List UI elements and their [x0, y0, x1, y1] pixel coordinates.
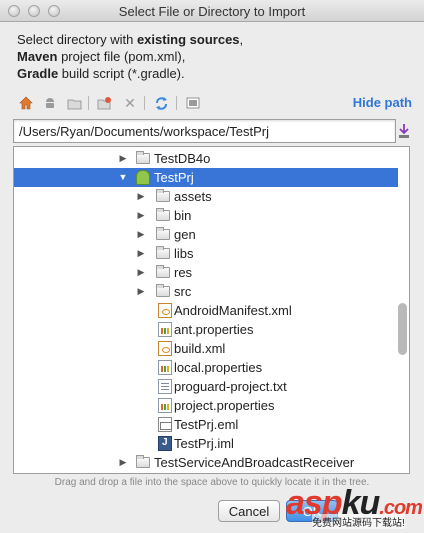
tree-item-label: TestPrj.eml	[174, 417, 239, 432]
instructions-line1-end: ,	[239, 32, 244, 47]
tree-item[interactable]: project.properties	[14, 396, 398, 415]
tree-item[interactable]: ▶ assets	[14, 187, 398, 206]
properties-file-icon	[158, 322, 172, 337]
delete-icon[interactable]: ✕	[122, 95, 138, 111]
tree-item-label: TestPrj	[154, 170, 194, 185]
tree-item[interactable]: AndroidManifest.xml	[14, 301, 398, 320]
instructions: Select directory with existing sources, …	[17, 31, 412, 82]
folder-icon	[156, 246, 170, 259]
folder-icon	[156, 208, 170, 221]
instructions-line2-bold: Maven	[17, 49, 58, 64]
tree-item-label: gen	[174, 227, 196, 242]
tree-item-label: libs	[174, 246, 194, 261]
collapsed-arrow-icon[interactable]: ▶	[118, 153, 128, 163]
home-icon[interactable]	[18, 95, 34, 111]
collapsed-arrow-icon[interactable]: ▶	[136, 191, 146, 201]
tree-item-label: proguard-project.txt	[174, 379, 287, 394]
window-title: Select File or Directory to Import	[118, 4, 306, 19]
tree-scrollbar[interactable]	[398, 303, 407, 355]
collapsed-arrow-icon[interactable]: ▶	[136, 267, 146, 277]
properties-file-icon	[158, 360, 172, 375]
tree-item-label: build.xml	[174, 341, 226, 356]
collapsed-arrow-icon[interactable]: ▶	[136, 248, 146, 258]
instructions-line1-bold: existing sources	[136, 32, 240, 47]
folder-icon	[136, 455, 150, 468]
tree-item[interactable]: build.xml	[14, 339, 398, 358]
tree-item[interactable]: proguard-project.txt	[14, 377, 398, 396]
xml-file-icon	[158, 341, 172, 356]
toolbar-divider	[144, 96, 145, 110]
tree-item[interactable]: ▶ bin	[14, 206, 398, 225]
download-path-icon[interactable]	[397, 122, 411, 140]
tree-item-selected[interactable]: ▼ TestPrj	[14, 168, 398, 187]
tree-item[interactable]: local.properties	[14, 358, 398, 377]
android-module-icon	[136, 170, 150, 185]
tree-item[interactable]: ▶ TestServiceAndBroadcastReceiver	[14, 453, 398, 472]
toolbar: ✕ Hide path	[0, 90, 424, 116]
collapsed-arrow-icon[interactable]: ▶	[136, 286, 146, 296]
collapsed-arrow-icon[interactable]: ▶	[136, 229, 146, 239]
instructions-line3: build script (*.gradle).	[58, 66, 185, 81]
toolbar-divider	[176, 96, 177, 110]
path-input[interactable]	[13, 119, 396, 143]
xml-file-icon	[158, 303, 172, 318]
tree-item-label: ant.properties	[174, 322, 254, 337]
tree-item[interactable]: ▶ libs	[14, 244, 398, 263]
file-tree[interactable]: ▶ TestDB4o ▼ TestPrj ▶ assets ▶ bin ▶ ge…	[13, 146, 410, 474]
tree-item-label: local.properties	[174, 360, 263, 375]
tree-item[interactable]: TestPrj.eml	[14, 415, 398, 434]
folder-icon	[156, 265, 170, 278]
title-bar: Select File or Directory to Import	[0, 0, 424, 22]
tree-item-label: res	[174, 265, 193, 280]
tree-item-label: src	[174, 284, 192, 299]
tree-item-label: AndroidManifest.xml	[174, 303, 292, 318]
tree-item[interactable]: ant.properties	[14, 320, 398, 339]
iml-file-icon	[158, 436, 172, 451]
tree-item-label: TestPrj.iml	[174, 436, 234, 451]
tree-item-label: TestDB4o	[154, 151, 211, 166]
instructions-line3-bold: Gradle	[17, 66, 59, 81]
hide-path-link[interactable]: Hide path	[353, 95, 412, 110]
android-icon[interactable]	[42, 95, 58, 111]
tree-item[interactable]: ▶ res	[14, 263, 398, 282]
tree-item[interactable]: ▶ src	[14, 282, 398, 301]
tree-item[interactable]: ▶ TestDB4o	[14, 149, 398, 168]
folder-icon[interactable]	[66, 95, 82, 111]
new-folder-icon[interactable]	[96, 95, 112, 111]
folder-icon	[136, 151, 150, 164]
folder-icon	[156, 189, 170, 202]
tree-item-label: assets	[174, 189, 212, 204]
text-file-icon	[158, 379, 172, 394]
properties-file-icon	[158, 398, 172, 413]
collapsed-arrow-icon[interactable]: ▶	[118, 457, 128, 467]
eml-file-icon	[158, 417, 172, 432]
folder-icon	[156, 227, 170, 240]
instructions-line2: project file (pom.xml),	[57, 49, 186, 64]
instructions-line1: Select directory with	[17, 32, 137, 47]
watermark-subtitle: 免费网站源码下载站!	[312, 514, 405, 529]
toolbar-divider	[88, 96, 89, 110]
expanded-arrow-icon[interactable]: ▼	[118, 172, 128, 182]
tree-item[interactable]: ▶ gen	[14, 225, 398, 244]
tree-item-label: project.properties	[174, 398, 275, 413]
refresh-icon[interactable]	[153, 95, 169, 111]
cancel-button[interactable]: Cancel	[218, 500, 280, 522]
tree-item-label: TestServiceAndBroadcastReceiver	[154, 455, 355, 470]
show-hidden-icon[interactable]	[185, 95, 201, 111]
tree-item-label: bin	[174, 208, 192, 223]
collapsed-arrow-icon[interactable]: ▶	[136, 210, 146, 220]
tree-item[interactable]: TestPrj.iml	[14, 434, 398, 453]
folder-icon	[156, 284, 170, 297]
